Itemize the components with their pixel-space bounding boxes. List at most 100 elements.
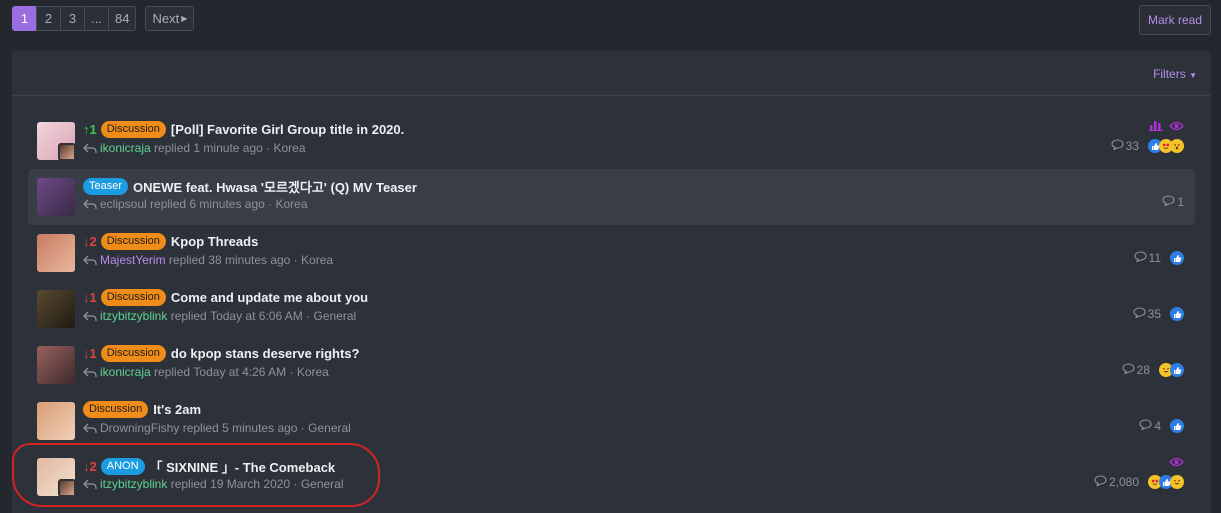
thread-title-link[interactable]: It's 2am: [153, 402, 201, 417]
reply-action-text: replied: [150, 197, 187, 211]
watch-icon: [1169, 455, 1184, 470]
thread-title-link[interactable]: 「 SIXNINE 」- The Comeback: [150, 457, 336, 476]
rank-change-indicator: ↓2: [83, 234, 97, 249]
page-link-1[interactable]: 1: [12, 6, 37, 31]
reaction-summary[interactable]: [1170, 419, 1184, 433]
thread-prefix-label[interactable]: Teaser: [83, 178, 129, 195]
reaction-summary[interactable]: [1170, 251, 1184, 265]
page-link-84[interactable]: 84: [108, 6, 137, 31]
mark-read-button[interactable]: Mark read: [1139, 5, 1211, 35]
reaction-summary[interactable]: [1148, 139, 1184, 153]
reply-arrow-icon: [83, 143, 97, 154]
reply-count: 33: [1111, 139, 1139, 153]
thread-row[interactable]: Teaser ONEWE feat. Hwasa '모르겠다고' (Q) MV T…: [28, 169, 1195, 225]
page-jump-ellipsis[interactable]: ...: [84, 6, 109, 31]
thread-stats: 28: [1122, 363, 1184, 377]
forum-link[interactable]: Korea: [301, 253, 333, 267]
reply-time[interactable]: Today at 6:06 AM: [210, 309, 303, 323]
thread-title-link[interactable]: ONEWE feat. Hwasa '모르겠다고' (Q) MV Teaser: [133, 177, 417, 196]
reaction-summary[interactable]: [1148, 475, 1184, 489]
thread-title-link[interactable]: Kpop Threads: [171, 234, 258, 249]
thread-title-line: ↓1 Discussion do kpop stans deserve rights…: [83, 345, 359, 362]
thread-row[interactable]: Discussion It's 2am DrowningFishy replied …: [28, 393, 1195, 449]
thread-meta: ikonicraja replied 1 minute ago · Korea: [83, 141, 306, 155]
reply-count-value: 28: [1136, 363, 1150, 377]
thread-row[interactable]: ↑1 Discussion [Poll] Favorite Girl Group t…: [28, 113, 1195, 169]
last-poster-username[interactable]: ikonicraja: [100, 365, 151, 379]
last-poster-username[interactable]: itzybitzyblink: [100, 309, 167, 323]
thread-stats: 35: [1133, 307, 1184, 321]
filters-dropdown[interactable]: Filters ▼: [1153, 67, 1197, 81]
last-poster-avatar[interactable]: [58, 143, 75, 160]
thread-title-line: ↓2 Discussion Kpop Threads: [83, 233, 258, 250]
last-poster-username[interactable]: DrowningFishy: [100, 421, 179, 435]
page-link-3[interactable]: 3: [60, 6, 85, 31]
thread-prefix-label[interactable]: Discussion: [83, 401, 149, 418]
thread-prefix-label[interactable]: Discussion: [100, 345, 166, 362]
thread-meta: MajestYerim replied 38 minutes ago · Kor…: [83, 253, 333, 267]
reaction-like-icon: [1170, 419, 1184, 433]
comment-icon: [1162, 195, 1175, 209]
thread-title-line: Teaser ONEWE feat. Hwasa '모르겠다고' (Q) MV T…: [83, 177, 417, 196]
caret-down-icon: ▼: [1189, 71, 1197, 80]
thread-meta: ikonicraja replied Today at 4:26 AM · Ko…: [83, 365, 329, 379]
thread-title-link[interactable]: [Poll] Favorite Girl Group title in 2020…: [171, 122, 404, 137]
thread-title-link[interactable]: Come and update me about you: [171, 290, 368, 305]
forum-link[interactable]: General: [313, 309, 356, 323]
thread-prefix-label[interactable]: Discussion: [100, 233, 166, 250]
forum-link[interactable]: Korea: [275, 197, 307, 211]
forum-link[interactable]: Korea: [273, 141, 305, 155]
user-avatar[interactable]: [37, 122, 75, 160]
reply-count-value: 35: [1147, 307, 1161, 321]
user-avatar[interactable]: [37, 290, 75, 328]
thread-row[interactable]: ↓1 Discussion do kpop stans deserve rights…: [28, 337, 1195, 393]
reply-time[interactable]: 38 minutes ago: [208, 253, 290, 267]
reply-arrow-icon: [83, 199, 97, 210]
page-link-2[interactable]: 2: [36, 6, 61, 31]
pagination: 1 2 3 ... 84 Next ▶: [12, 6, 195, 31]
thread-prefix-label[interactable]: Discussion: [100, 121, 166, 138]
reaction-summary[interactable]: [1159, 363, 1184, 377]
rank-change-indicator: ↓1: [83, 290, 97, 305]
reply-count-value: 4: [1154, 419, 1161, 433]
forum-link[interactable]: Korea: [297, 365, 329, 379]
user-avatar[interactable]: [37, 458, 75, 496]
reaction-summary[interactable]: [1170, 307, 1184, 321]
reply-count: 4: [1139, 419, 1161, 433]
thread-title-link[interactable]: do kpop stans deserve rights?: [171, 346, 360, 361]
reply-time[interactable]: 5 minutes ago: [222, 421, 297, 435]
thread-list: ↑1 Discussion [Poll] Favorite Girl Group t…: [12, 113, 1211, 505]
rank-change-value: 2: [89, 234, 97, 249]
thread-row[interactable]: ↓2 Discussion Kpop Threads MajestYerim repl…: [28, 225, 1195, 281]
forum-link[interactable]: General: [301, 477, 344, 491]
reply-time[interactable]: 19 March 2020: [210, 477, 290, 491]
user-avatar[interactable]: [37, 234, 75, 272]
user-avatar[interactable]: [37, 346, 75, 384]
comment-icon: [1133, 307, 1146, 321]
reaction-wow-icon: [1170, 139, 1184, 153]
forum-link[interactable]: General: [308, 421, 351, 435]
reply-count: 11: [1133, 251, 1161, 265]
thread-row[interactable]: ↓2 ANON 「 SIXNINE 」- The Comeback itzybitzy…: [28, 449, 1195, 505]
reply-time[interactable]: 1 minute ago: [193, 141, 262, 155]
last-poster-avatar[interactable]: [58, 479, 75, 496]
thread-prefix-label[interactable]: Discussion: [100, 289, 166, 306]
thread-title-line: ↓2 ANON 「 SIXNINE 」- The Comeback: [83, 457, 335, 476]
user-avatar[interactable]: [37, 402, 75, 440]
user-avatar[interactable]: [37, 178, 75, 216]
filters-label: Filters: [1153, 67, 1186, 81]
last-poster-username[interactable]: ikonicraja: [100, 141, 151, 155]
reply-time[interactable]: 6 minutes ago: [189, 197, 264, 211]
last-poster-username[interactable]: itzybitzyblink: [100, 477, 167, 491]
reply-arrow-icon: [83, 479, 97, 490]
reply-action-text: replied: [168, 253, 205, 267]
reply-time[interactable]: Today at 4:26 AM: [193, 365, 286, 379]
next-page-button[interactable]: Next ▶: [145, 6, 195, 31]
thread-prefix-label[interactable]: ANON: [100, 458, 145, 475]
thread-stats: 4: [1139, 419, 1184, 433]
thread-row[interactable]: ↓1 Discussion Come and update me about you…: [28, 281, 1195, 337]
last-poster-username[interactable]: eclipsoul: [100, 197, 147, 211]
last-poster-username[interactable]: MajestYerim: [100, 253, 166, 267]
thread-meta: eclipsoul replied 6 minutes ago · Korea: [83, 197, 308, 211]
thread-stats: 1: [1162, 195, 1184, 209]
